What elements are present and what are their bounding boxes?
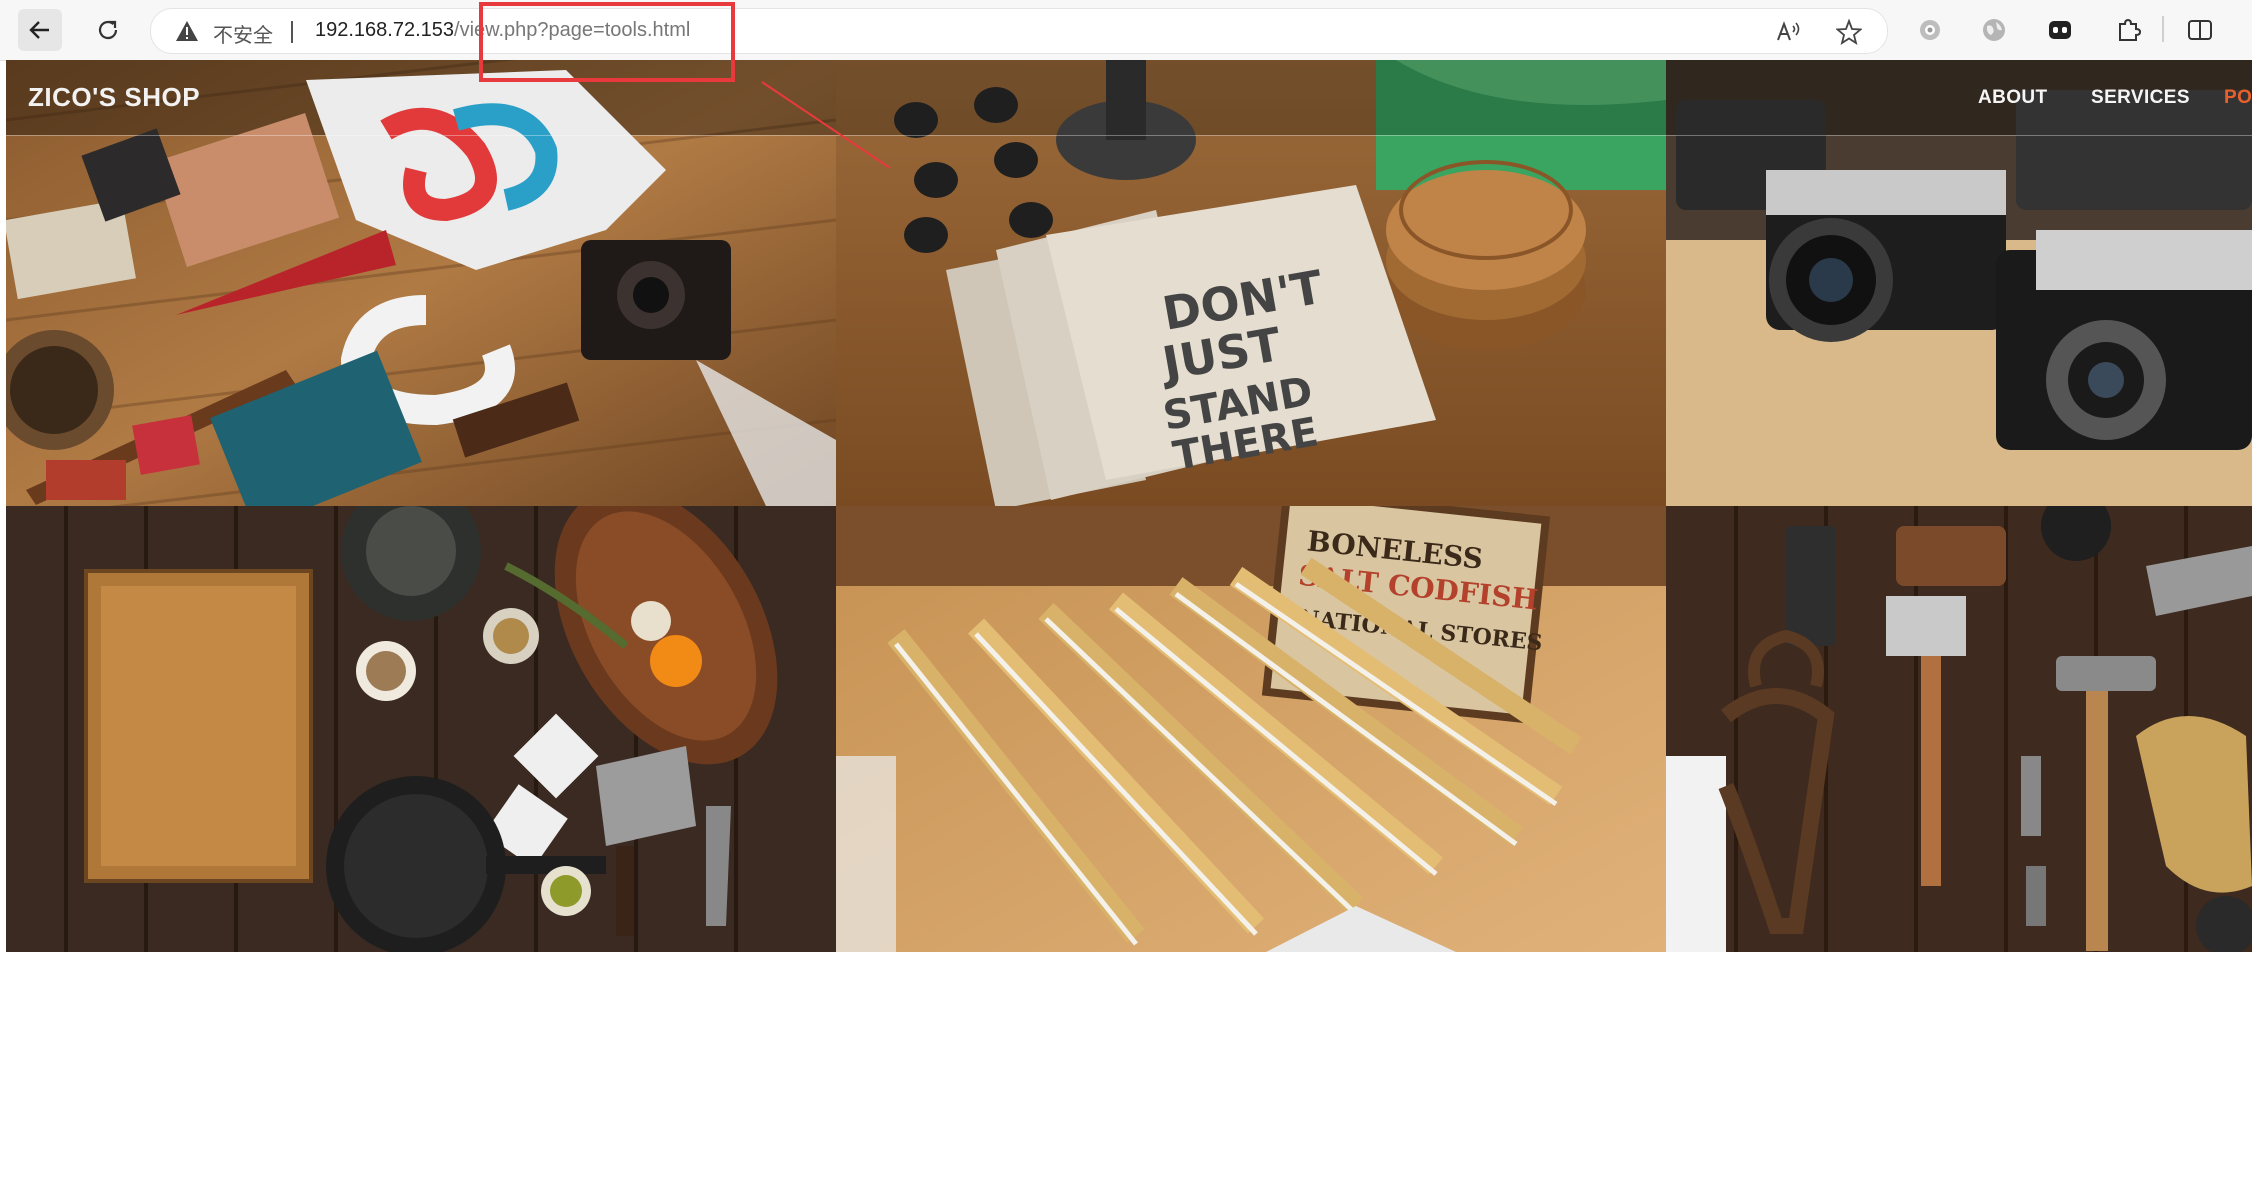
gallery-tile-tools[interactable] — [1666, 506, 2252, 952]
web-page: DON'T JUST STAND THERE BONELESS SALT COD… — [6, 60, 2252, 1198]
gallery-tile-kitchen[interactable] — [6, 506, 836, 952]
annotation-pointer-line — [761, 81, 891, 169]
kitchen-photo — [6, 506, 836, 952]
tools-photo — [1666, 506, 2252, 952]
gallery-tile-rulers[interactable]: BONELESS SALT CODFISH NATIONAL STORES — [836, 506, 1666, 952]
rulers-photo: BONELESS SALT CODFISH NATIONAL STORES — [836, 506, 1666, 952]
